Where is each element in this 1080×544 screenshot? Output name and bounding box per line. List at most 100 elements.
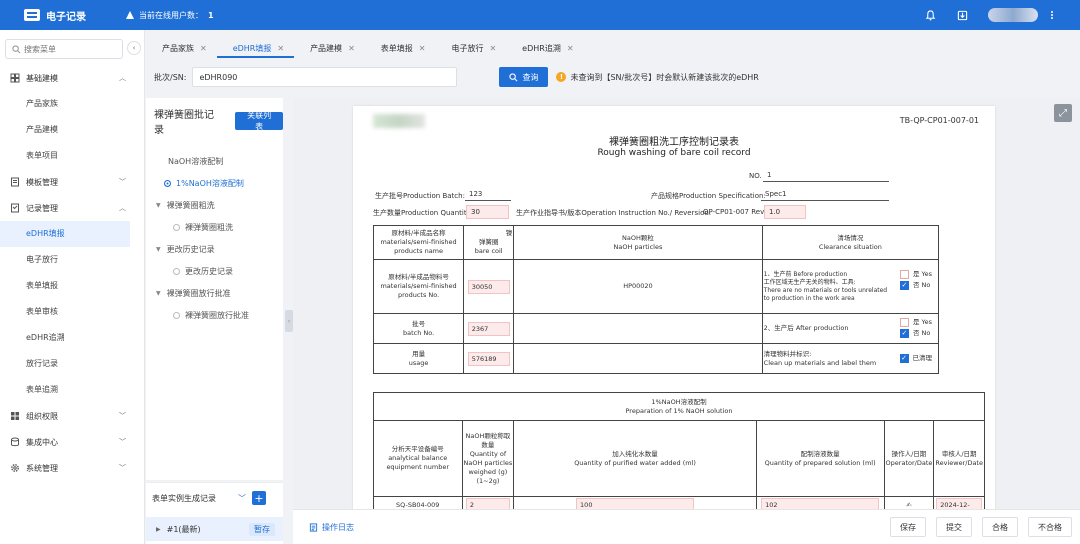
panel-splitter-handle[interactable]: ‹ bbox=[285, 310, 293, 332]
operation-log-link[interactable]: 操作日志 bbox=[309, 522, 354, 533]
submit-button[interactable]: 提交 bbox=[936, 517, 972, 537]
fail-button[interactable]: 不合格 bbox=[1028, 517, 1072, 537]
more-icon[interactable] bbox=[1046, 9, 1058, 21]
batch-field[interactable]: 123 bbox=[465, 189, 511, 201]
tree-node-naoh-1pct[interactable]: 1%NaOH溶液配制 bbox=[146, 172, 283, 194]
sidebar-item-form-project[interactable]: 表单项目 bbox=[0, 143, 144, 169]
tab-e-release[interactable]: 电子放行 ✕ bbox=[435, 40, 506, 58]
equipment-no: SQ-SB04-009 bbox=[373, 496, 463, 509]
coil-usage-field[interactable]: 576189 bbox=[467, 351, 510, 366]
caret-down-icon: ▼ bbox=[156, 201, 161, 209]
pass-button[interactable]: 合格 bbox=[982, 517, 1018, 537]
fullscreen-icon[interactable]: ⤢ bbox=[1054, 104, 1072, 122]
tab-form-fill[interactable]: 表单填报 ✕ bbox=[365, 40, 436, 58]
app-logo[interactable]: 电子记录 bbox=[0, 8, 125, 23]
online-label: 当前在线用户数： bbox=[139, 10, 203, 20]
checkbox-checked[interactable]: ✓ bbox=[899, 354, 909, 363]
checkbox-checked[interactable]: ✓ bbox=[899, 329, 909, 338]
menu-search[interactable] bbox=[5, 39, 123, 59]
water-quantity-field[interactable]: 100 bbox=[576, 498, 695, 509]
user-avatar[interactable] bbox=[988, 8, 1038, 22]
sidebar-item-e-release[interactable]: 电子放行 bbox=[0, 247, 144, 273]
export-icon[interactable] bbox=[956, 9, 968, 21]
query-button[interactable]: 查询 bbox=[499, 67, 549, 87]
tree-node-history[interactable]: 更改历史记录 bbox=[146, 260, 283, 282]
record-tree: NaOH溶液配制 1%NaOH溶液配制 ▼ 裸弹簧圈粗洗 裸弹簧圈粗洗 ▼ 更改历史… bbox=[146, 150, 283, 326]
batch-sn-input[interactable] bbox=[192, 67, 458, 87]
before-no-option[interactable]: ✓ 否 No bbox=[899, 281, 932, 290]
naoh-solution-table: 1%NaOH溶液配制 Preparation of 1% NaOH solutio… bbox=[373, 392, 985, 509]
cleaned-option[interactable]: ✓ 已清理 bbox=[899, 354, 932, 363]
revision-field[interactable]: 1.0 bbox=[764, 205, 806, 219]
close-icon[interactable]: ✕ bbox=[200, 44, 207, 53]
tree-node-naoh-prep[interactable]: NaOH溶液配制 bbox=[146, 150, 283, 172]
close-icon[interactable]: ✕ bbox=[567, 44, 574, 53]
instance-row[interactable]: ▶ #1(最新) 暂存 bbox=[146, 517, 283, 541]
after-yes-option[interactable]: 是 Yes bbox=[899, 318, 932, 327]
sidebar-item-product-family[interactable]: 产品家族 bbox=[0, 91, 144, 117]
menu-group-integration[interactable]: 集成中心 ﹀ bbox=[0, 429, 144, 455]
operator-signature[interactable]: ✍ bbox=[883, 496, 935, 509]
tree-node-release[interactable]: 裸弹簧圈放行批准 bbox=[146, 304, 283, 326]
instance-title: 表单实例生成记录 bbox=[152, 493, 216, 503]
sidebar-item-edhr-fill[interactable]: eDHR填报 bbox=[0, 221, 130, 247]
sidebar-item-form-trace[interactable]: 表单追溯 bbox=[0, 377, 144, 403]
menu-group-org-permission[interactable]: 组织权限 ﹀ bbox=[0, 403, 144, 429]
tab-edhr-trace[interactable]: eDHR追溯 ✕ bbox=[506, 40, 583, 58]
sidebar-item-form-fill[interactable]: 表单填报 bbox=[0, 273, 144, 299]
company-logo bbox=[373, 114, 425, 128]
checkbox[interactable] bbox=[899, 318, 909, 327]
sidebar-item-form-review[interactable]: 表单审核 bbox=[0, 299, 144, 325]
quantity-field[interactable]: 30 bbox=[466, 205, 509, 219]
before-yes-option[interactable]: 是 Yes bbox=[899, 270, 932, 279]
menu-group-record-management[interactable]: 记录管理 ︿ bbox=[0, 195, 144, 221]
coil-batch-no-field[interactable]: 2367 bbox=[467, 321, 510, 336]
search-icon bbox=[509, 72, 518, 81]
review-date-field[interactable]: 2024-12- bbox=[936, 498, 983, 509]
radio-dot-icon bbox=[164, 179, 171, 187]
close-icon[interactable]: ✕ bbox=[419, 44, 426, 53]
spec-field[interactable]: Spec1 bbox=[761, 189, 889, 201]
document-viewer: ⤢ TB-QP-CP01-007-01 裸弹簧圈粗洗工序控制记录表 Rough … bbox=[293, 98, 1080, 509]
tree-node-history-group[interactable]: ▼ 更改历史记录 bbox=[146, 238, 283, 260]
collapse-sidebar-button[interactable]: ‹ bbox=[127, 41, 141, 55]
naoh-weight-field[interactable]: 2 bbox=[465, 498, 510, 509]
sidebar-item-edhr-trace[interactable]: eDHR追溯 bbox=[0, 325, 144, 351]
tab-product-family[interactable]: 产品家族 ✕ bbox=[146, 40, 217, 58]
no-field[interactable]: 1 bbox=[763, 170, 889, 182]
checkbox[interactable] bbox=[899, 270, 909, 279]
menu-search-input[interactable] bbox=[24, 44, 114, 54]
tree-node-release-group[interactable]: ▼ 裸弹簧圈放行批准 bbox=[146, 282, 283, 304]
solution-quantity-field[interactable]: 102 bbox=[761, 498, 880, 509]
chevron-down-icon: ﹀ bbox=[119, 464, 126, 472]
sidebar-item-product-modeling[interactable]: 产品建模 bbox=[0, 117, 144, 143]
gear-icon bbox=[11, 464, 19, 472]
tree-node-rough-wash[interactable]: 裸弹簧圈粗洗 bbox=[146, 216, 283, 238]
tab-edhr-fill[interactable]: eDHR填报 ✕ bbox=[216, 40, 295, 58]
bell-icon[interactable] bbox=[924, 9, 936, 21]
save-button[interactable]: 保存 bbox=[890, 517, 926, 537]
instance-records: 表单实例生成记录 ﹀ + ▶ #1(最新) 暂存 bbox=[146, 482, 283, 544]
add-instance-button[interactable]: + bbox=[252, 491, 266, 505]
online-users: 当前在线用户数： 1 bbox=[125, 10, 214, 21]
chevron-down-icon[interactable]: ﹀ bbox=[238, 493, 246, 504]
close-icon[interactable]: ✕ bbox=[348, 44, 355, 53]
menu-group-template-management[interactable]: 模板管理 ﹀ bbox=[0, 169, 144, 195]
document-code: TB-QP-CP01-007-01 bbox=[899, 116, 979, 125]
chevron-down-icon: ﹀ bbox=[119, 438, 126, 446]
link-list-button[interactable]: 关联列表 bbox=[235, 111, 283, 131]
checkbox-checked[interactable]: ✓ bbox=[899, 281, 909, 290]
menu-group-system[interactable]: 系统管理 ﹀ bbox=[0, 455, 144, 481]
close-icon[interactable]: ✕ bbox=[277, 44, 284, 53]
after-no-option[interactable]: ✓ 否 No bbox=[899, 329, 932, 338]
radio-dot-icon bbox=[173, 267, 180, 275]
menu-group-basic-modeling[interactable]: 基础建模 ︿ bbox=[0, 65, 144, 91]
sidebar-item-release-record[interactable]: 放行记录 bbox=[0, 351, 144, 377]
close-icon[interactable]: ✕ bbox=[489, 44, 496, 53]
instruction-value: QP-CP01-007 Rev. bbox=[703, 208, 766, 216]
caret-down-icon: ▼ bbox=[156, 289, 161, 297]
online-count: 1 bbox=[208, 10, 214, 20]
coil-material-no-field[interactable]: 30050 bbox=[467, 279, 510, 294]
tab-product-modeling[interactable]: 产品建模 ✕ bbox=[294, 40, 365, 58]
tree-node-rough-wash-group[interactable]: ▼ 裸弹簧圈粗洗 bbox=[146, 194, 283, 216]
